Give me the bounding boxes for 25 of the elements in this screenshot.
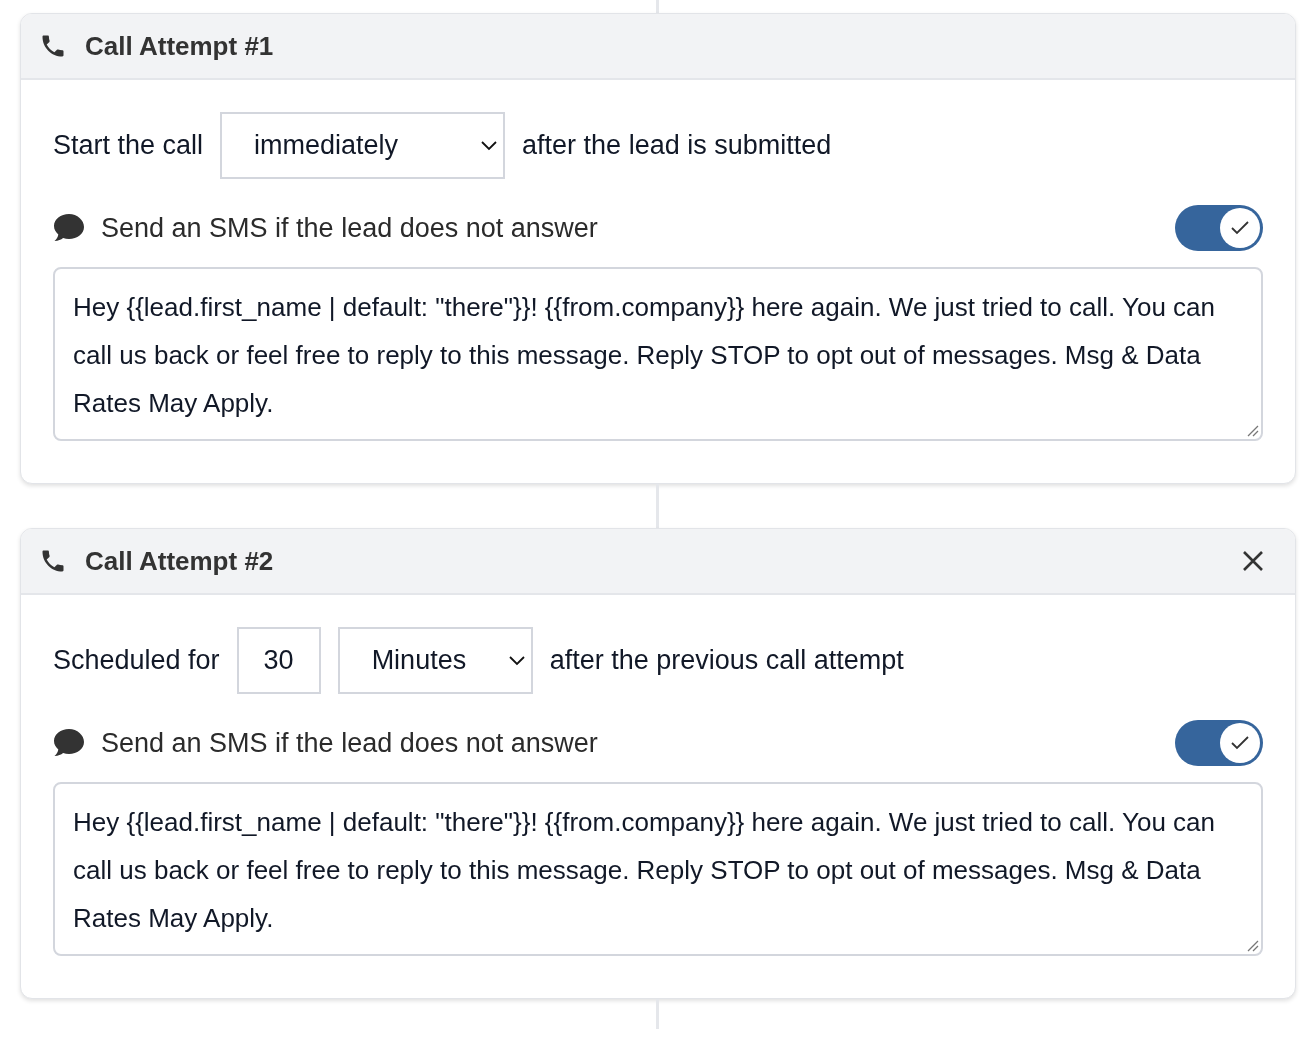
check-icon [1230,220,1250,236]
chat-bubble-icon [53,728,85,758]
check-icon [1230,735,1250,751]
timing-label: Scheduled for [53,645,220,676]
timing-label: after the previous call attempt [549,645,904,676]
unit-select[interactable]: Minutes [337,627,533,694]
card-title: Call Attempt #1 [85,30,275,62]
chat-bubble-icon [53,213,85,243]
resize-grip-icon [1245,938,1259,952]
chevron-down-icon [481,140,498,151]
sms-toggle[interactable] [1175,205,1263,251]
card-title: Call Attempt #2 [85,545,275,577]
sms-message-field[interactable]: Hey {{lead.first_name | default: "there"}}! {{from.company}} here again. We just tried to call. You can call us back or feel free to reply to this message. Reply STOP to opt out of messages. Msg & Data Rates May Apply. [53,782,1263,956]
close-button[interactable] [1241,549,1265,573]
sms-message-field[interactable]: Hey {{lead.first_name | default: "there"}}! {{from.company}} here again. We just tried to call. You can call us back or feel free to reply to this message. Reply STOP to opt out of messages. Msg & Data Rates May Apply. [53,267,1263,441]
timing-label: after the lead is submitted [522,130,832,161]
chevron-down-icon [508,655,525,666]
timing-select[interactable]: immediately [220,112,506,179]
amount-field[interactable]: 30 [236,627,321,694]
sms-label: Send an SMS if the lead does not answer [101,727,599,759]
resize-grip-icon [1245,423,1259,437]
sms-label: Send an SMS if the lead does not answer [101,212,599,244]
sms-toggle[interactable] [1175,720,1263,766]
timing-label: Start the call [53,130,204,161]
close-icon [1241,549,1265,573]
